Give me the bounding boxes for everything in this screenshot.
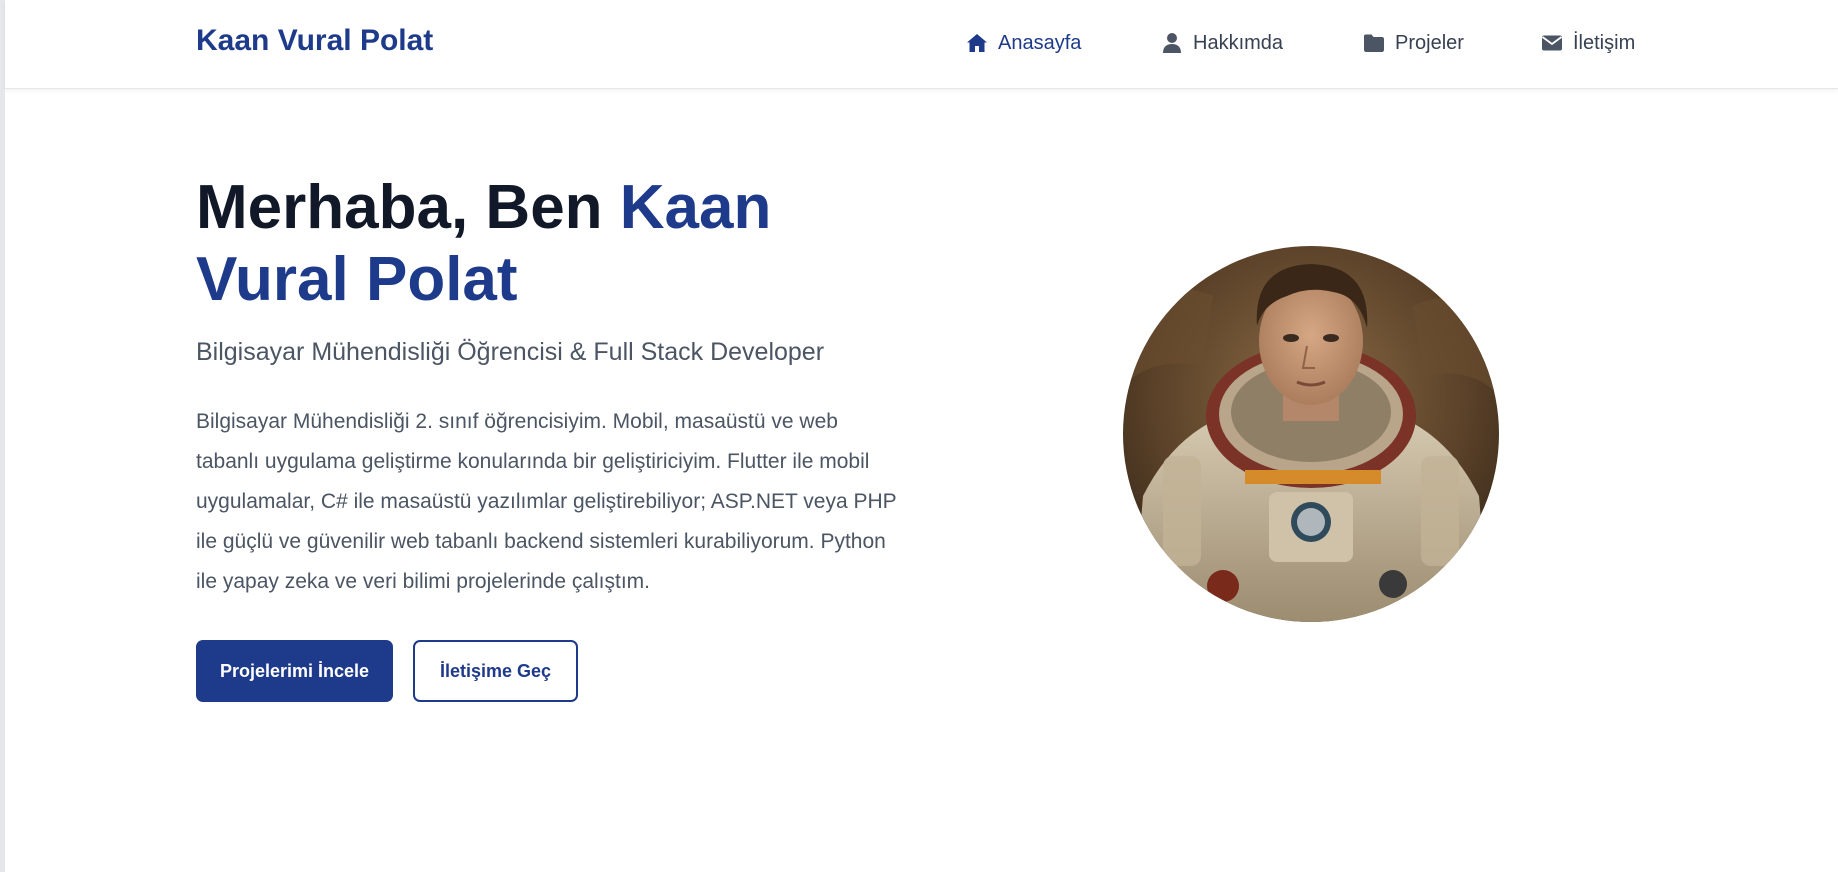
navbar: Kaan Vural Polat Anasayfa Hakkımda Proje…: [5, 0, 1838, 89]
nav-item-about[interactable]: Hakkımda: [1160, 31, 1283, 55]
folder-icon: [1364, 34, 1384, 52]
envelope-icon: [1541, 35, 1563, 51]
nav-item-contact[interactable]: İletişim: [1540, 31, 1635, 55]
brand-logo[interactable]: Kaan Vural Polat: [196, 24, 433, 58]
nav-item-label: Anasayfa: [998, 31, 1082, 54]
nav-item-label: Projeler: [1395, 31, 1464, 54]
nav-item-home[interactable]: Anasayfa: [965, 31, 1081, 55]
nav-item-projects[interactable]: Projeler: [1362, 31, 1464, 55]
profile-photo: [1123, 246, 1499, 622]
page: Kaan Vural Polat Anasayfa Hakkımda Proje…: [0, 0, 1838, 872]
hero-subtitle: Bilgisayar Mühendisliği Öğrencisi & Full…: [196, 338, 825, 366]
contact-button[interactable]: İletişime Geç: [413, 640, 578, 702]
hero-title-prefix: Merhaba, Ben: [196, 173, 620, 242]
hero-title: Merhaba, Ben Kaan Vural Polat: [196, 172, 916, 316]
nav-item-label: İletişim: [1573, 31, 1636, 54]
hero-description: Bilgisayar Mühendisliği 2. sınıf öğrenci…: [196, 410, 897, 593]
user-icon: [1163, 33, 1181, 53]
view-projects-button[interactable]: Projelerimi İncele: [196, 640, 393, 702]
home-icon: [967, 34, 987, 52]
nav-item-label: Hakkımda: [1193, 31, 1284, 54]
profile-avatar: [1123, 246, 1499, 622]
